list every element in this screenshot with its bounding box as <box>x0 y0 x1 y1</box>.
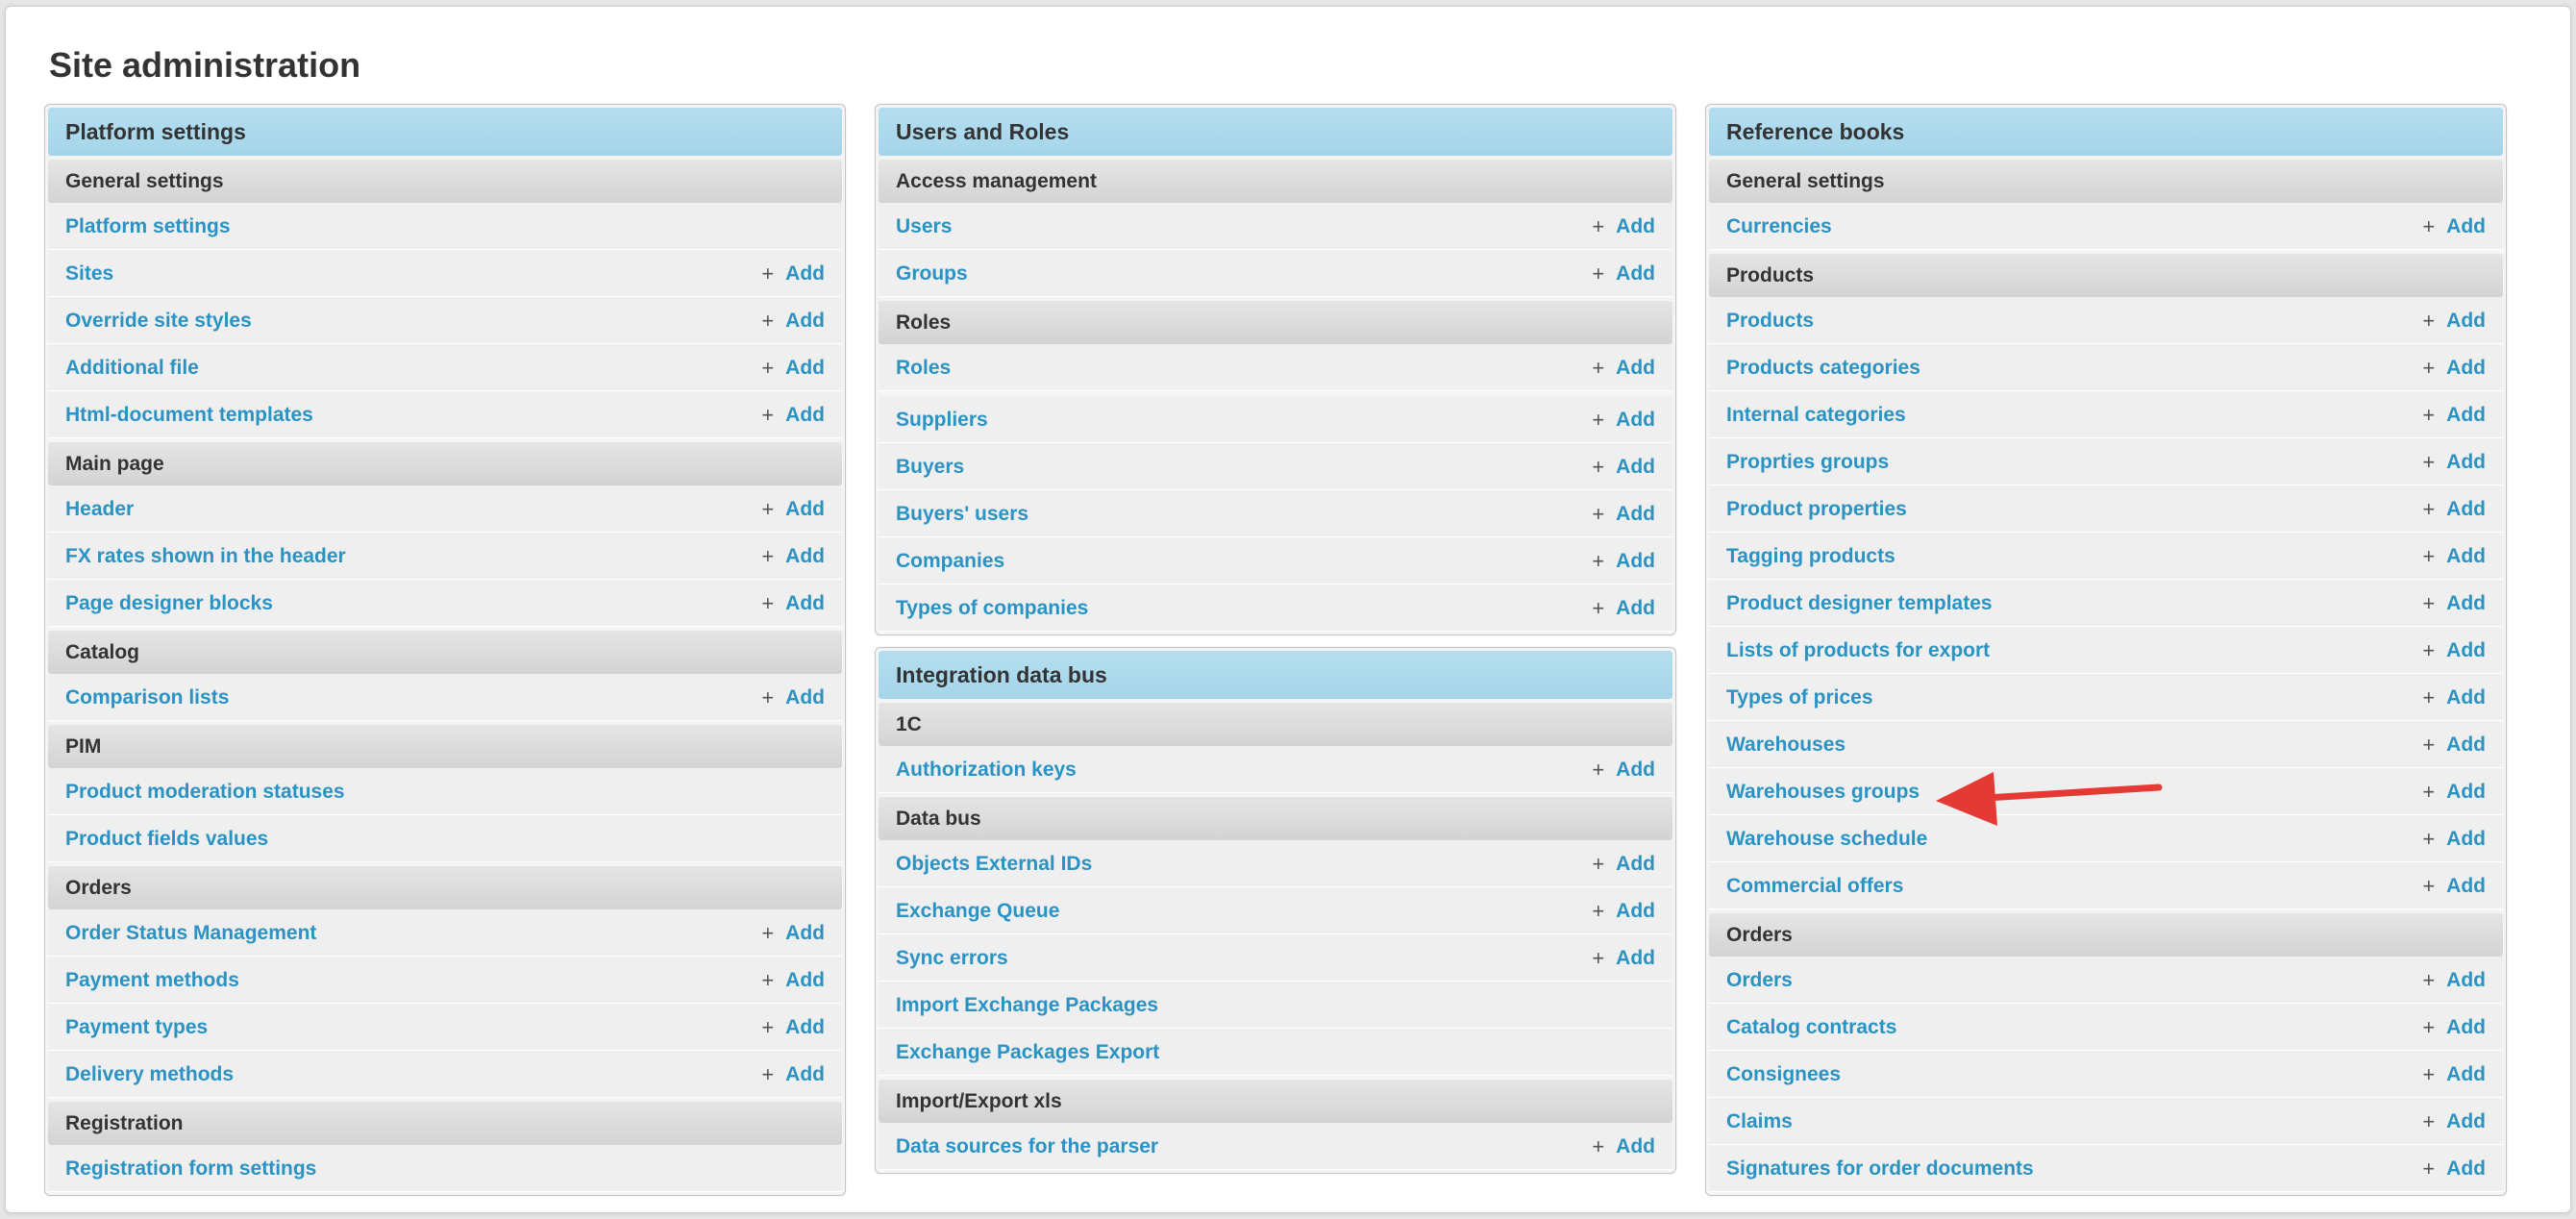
annotation-arrow-icon <box>1936 772 2163 826</box>
admin-page: Site administration Platform settings Ge… <box>5 6 2571 1213</box>
